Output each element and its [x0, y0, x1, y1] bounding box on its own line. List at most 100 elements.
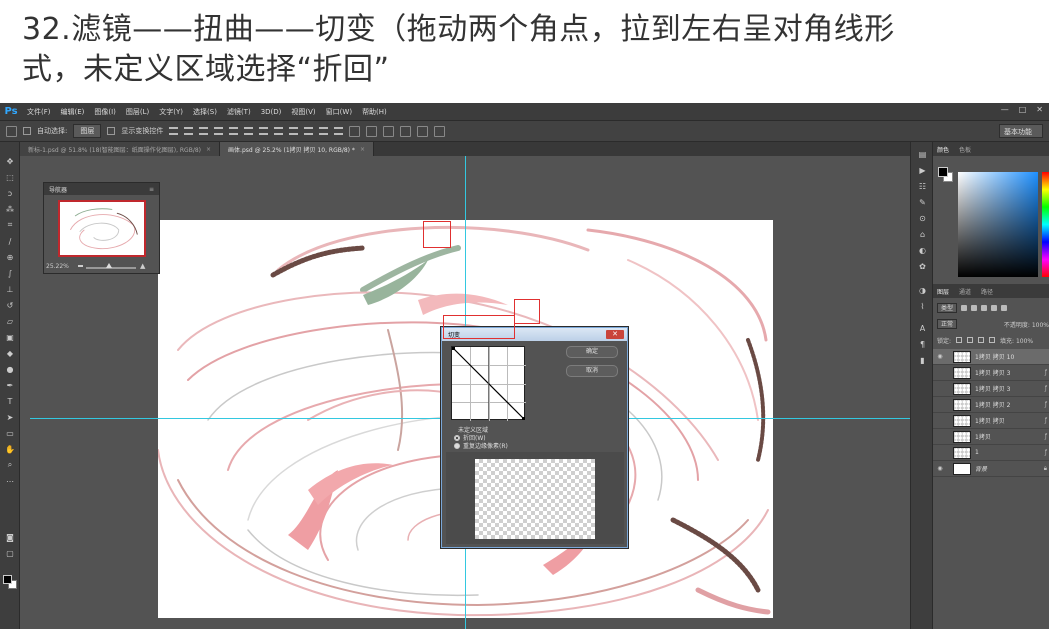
tab-channels[interactable]: 通道	[959, 287, 971, 296]
navigator-thumbnail[interactable]	[58, 200, 146, 257]
3d-slide-icon[interactable]	[417, 125, 429, 137]
close-icon[interactable]: ×	[206, 146, 211, 153]
minimize-icon[interactable]: —	[1001, 105, 1009, 114]
auto-align-icon[interactable]	[349, 125, 361, 137]
eye-off-icon[interactable]	[935, 381, 945, 397]
layer-filter-kind[interactable]: 类型	[937, 303, 958, 313]
eye-icon[interactable]: ◉	[935, 461, 945, 477]
properties-icon[interactable]: ☷	[917, 182, 928, 191]
layer-row[interactable]: ◉ 背景 🔒︎	[933, 461, 1049, 477]
3d-roll-icon[interactable]	[383, 125, 395, 137]
lasso-icon[interactable]: ↄ	[4, 188, 16, 198]
menu-layer[interactable]: 图层(L)	[121, 107, 154, 117]
filter-pixel-icon[interactable]	[961, 305, 968, 311]
opacity-field[interactable]: 不透明度: 100%	[1004, 320, 1049, 329]
zoom-in-icon[interactable]: ▲	[140, 263, 145, 270]
quick-mask-icon[interactable]: ◙	[4, 532, 16, 542]
actions-icon[interactable]: ▶	[917, 166, 928, 175]
color-panel-foreground[interactable]	[938, 167, 948, 177]
eye-off-icon[interactable]	[935, 365, 945, 381]
layer-row[interactable]: 1拷贝 拷贝 2 ƒ	[933, 397, 1049, 413]
distribute-left-icon[interactable]	[304, 127, 314, 135]
filter-type-icon[interactable]	[981, 305, 988, 311]
menu-edit[interactable]: 编辑(E)	[56, 107, 90, 117]
navigator-zoom-value[interactable]: 25.22%	[46, 263, 69, 270]
auto-select-checkbox[interactable]	[23, 127, 31, 135]
layer-row[interactable]: 1拷贝 ƒ	[933, 429, 1049, 445]
styles-icon[interactable]: ✿	[917, 262, 928, 271]
hand-icon[interactable]: ✋	[4, 444, 16, 454]
histogram-icon[interactable]: ⌇	[917, 302, 928, 311]
3d-pan-icon[interactable]	[400, 125, 412, 137]
cancel-button[interactable]: 取消	[566, 365, 618, 377]
blur-icon[interactable]: ◆	[4, 348, 16, 358]
move-tool-icon[interactable]	[6, 125, 17, 137]
layer-row[interactable]: 1 ƒ	[933, 445, 1049, 461]
menu-image[interactable]: 图像(I)	[89, 107, 121, 117]
menu-view[interactable]: 视图(V)	[286, 107, 320, 117]
align-right-icon[interactable]	[244, 127, 254, 135]
3d-scale-icon[interactable]	[434, 125, 446, 137]
tab-document-1[interactable]: 新标-1.psd @ 51.8% (18(智能图层：纸面操作化图层), RGB/…	[20, 142, 221, 156]
notes-icon[interactable]: ▮	[917, 356, 928, 365]
eye-off-icon[interactable]	[935, 413, 945, 429]
close-icon[interactable]: ✕	[1036, 105, 1043, 114]
auto-select-dropdown[interactable]: 图层	[73, 124, 102, 138]
distribute-top-icon[interactable]	[259, 127, 269, 135]
eye-off-icon[interactable]	[935, 429, 945, 445]
history-icon[interactable]: ▤	[917, 150, 928, 159]
zoom-out-icon[interactable]	[78, 263, 83, 267]
info-icon[interactable]: ◑	[917, 286, 928, 295]
more-tools-icon[interactable]: ⋯	[4, 476, 16, 486]
pen-icon[interactable]: ✒	[4, 380, 16, 390]
blend-mode-dropdown[interactable]: 正常	[937, 319, 958, 329]
clone-stamp-icon[interactable]: ⊥	[4, 284, 16, 294]
character-icon[interactable]: A	[917, 324, 928, 333]
layer-row[interactable]: 1拷贝 拷贝 3 ƒ	[933, 365, 1049, 381]
lock-transparency-icon[interactable]	[956, 337, 963, 343]
menu-help[interactable]: 帮助(H)	[357, 107, 392, 117]
layer-row[interactable]: ◉ 1拷贝 拷贝 10	[933, 349, 1049, 365]
adjustments-icon[interactable]: ◐	[917, 246, 928, 255]
history-brush-icon[interactable]: ↺	[4, 300, 16, 310]
distribute-right-icon[interactable]	[334, 127, 344, 135]
healing-icon[interactable]: ⊕	[4, 252, 16, 262]
zoom-icon[interactable]: ⌕	[4, 460, 16, 470]
radio-selected-icon[interactable]	[454, 434, 460, 441]
color-picker-field[interactable]	[958, 172, 1038, 277]
screen-mode-icon[interactable]: ▢	[4, 548, 16, 558]
distribute-bottom-icon[interactable]	[289, 127, 299, 135]
align-top-icon[interactable]	[169, 127, 179, 135]
paragraph-icon[interactable]: ¶	[917, 340, 928, 349]
repeat-edge-option[interactable]: 重复边缘像素(R)	[454, 441, 508, 450]
close-icon[interactable]: ×	[360, 146, 365, 153]
filter-smart-icon[interactable]	[1001, 305, 1008, 311]
align-bottom-icon[interactable]	[199, 127, 209, 135]
crop-icon[interactable]: ⌗	[4, 220, 16, 230]
menu-3d[interactable]: 3D(D)	[256, 108, 287, 116]
tab-layers[interactable]: 图层	[937, 287, 949, 296]
tab-paths[interactable]: 路径	[981, 287, 993, 296]
align-left-icon[interactable]	[214, 127, 224, 135]
shear-curve-grid[interactable]	[451, 346, 526, 421]
3d-orbit-icon[interactable]	[366, 125, 378, 137]
lock-all-icon[interactable]	[989, 337, 996, 343]
show-transform-checkbox[interactable]	[107, 127, 116, 135]
marquee-icon[interactable]: ⬚	[4, 172, 16, 182]
fill-field[interactable]: 填充: 100%	[1000, 336, 1033, 345]
panel-menu-icon[interactable]: ≡	[149, 186, 154, 193]
eye-icon[interactable]: ◉	[935, 349, 945, 365]
menu-file[interactable]: 文件(F)	[22, 107, 56, 117]
brush-settings-icon[interactable]: ✎	[917, 198, 928, 207]
eye-off-icon[interactable]	[935, 445, 945, 461]
align-center-icon[interactable]	[229, 127, 239, 135]
dodge-icon[interactable]: ●	[4, 364, 16, 374]
menu-window[interactable]: 窗口(W)	[321, 107, 357, 117]
ok-button[interactable]: 确定	[566, 346, 618, 358]
menu-select[interactable]: 选择(S)	[188, 107, 222, 117]
radio-unselected-icon[interactable]	[454, 442, 460, 449]
maximize-icon[interactable]: □	[1019, 105, 1027, 114]
clone-source-icon[interactable]: ⊙	[917, 214, 928, 223]
tab-color[interactable]: 颜色	[937, 145, 949, 154]
type-icon[interactable]: T	[4, 396, 16, 406]
